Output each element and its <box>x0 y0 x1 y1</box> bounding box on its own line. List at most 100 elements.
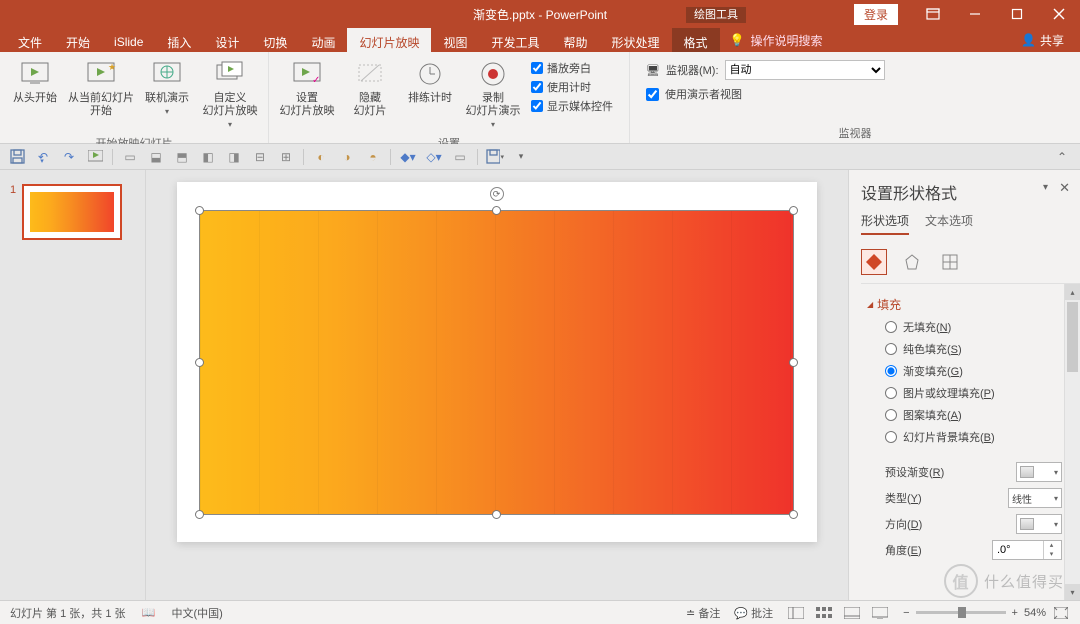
tab-slideshow[interactable]: 幻灯片放映 <box>347 28 431 52</box>
tab-animations[interactable]: 动画 <box>299 28 347 52</box>
tab-home[interactable]: 开始 <box>54 28 102 52</box>
undo-icon[interactable]: ↶▾ <box>34 148 52 166</box>
qat-icon-9[interactable]: ◑ <box>338 148 356 166</box>
qat-icon-6[interactable]: ⊟ <box>251 148 269 166</box>
status-language[interactable]: 中文(中国) <box>172 605 223 621</box>
qat-customize-icon[interactable]: ▾ <box>512 148 530 166</box>
save-icon[interactable] <box>8 148 26 166</box>
qat-icon-8[interactable]: ◐ <box>312 148 330 166</box>
chk-timings[interactable]: 使用计时 <box>531 79 613 95</box>
record-button[interactable]: 录制 幻灯片演示 ▾ <box>461 56 525 131</box>
size-props-icon[interactable] <box>937 249 963 275</box>
pane-close-icon[interactable]: ✕ <box>1059 180 1070 196</box>
effects-icon[interactable] <box>899 249 925 275</box>
qat-icon-12[interactable]: ◇▾ <box>425 148 443 166</box>
tab-format[interactable]: 格式 <box>672 28 720 52</box>
slide-thumb-1[interactable] <box>22 184 122 240</box>
present-online-button[interactable]: 联机演示 ▾ <box>138 56 196 118</box>
radio-gradient-fill[interactable]: 渐变填充(G) <box>885 363 1062 379</box>
zoom-value[interactable]: 54% <box>1024 607 1046 619</box>
resize-handle[interactable] <box>492 510 501 519</box>
notes-button[interactable]: ≐ 备注 <box>686 605 720 621</box>
zoom-in-icon[interactable]: + <box>1012 607 1018 619</box>
qat-icon-10[interactable]: ◓ <box>364 148 382 166</box>
angle-input[interactable]: ▴▾ <box>992 540 1062 560</box>
redo-icon[interactable]: ↷ <box>60 148 78 166</box>
pane-tab-text[interactable]: 文本选项 <box>925 212 973 235</box>
scroll-down-icon[interactable]: ▾ <box>1065 584 1080 600</box>
chk-media[interactable]: 显示媒体控件 <box>531 98 613 114</box>
radio-no-fill[interactable]: 无填充(N) <box>885 319 1062 335</box>
custom-show-button[interactable]: 自定义 幻灯片放映 ▾ <box>198 56 262 131</box>
chk-narration[interactable]: 播放旁白 <box>531 60 613 76</box>
tab-insert[interactable]: 插入 <box>155 28 203 52</box>
qat-icon-1[interactable]: ▭ <box>121 148 139 166</box>
fit-to-window-icon[interactable] <box>1052 606 1070 620</box>
from-current-button[interactable]: ★ 从当前幻灯片 开始 <box>66 56 136 120</box>
qat-save-icon2[interactable]: ▾ <box>486 148 504 166</box>
close-icon[interactable] <box>1038 0 1080 28</box>
minimize-icon[interactable] <box>954 0 996 28</box>
resize-handle[interactable] <box>789 206 798 215</box>
rehearse-button[interactable]: 排练计时 <box>401 56 459 107</box>
tab-islide[interactable]: iSlide <box>102 28 155 52</box>
direction-dropdown[interactable]: ▾ <box>1016 514 1062 534</box>
resize-handle[interactable] <box>195 358 204 367</box>
setup-show-button[interactable]: ✓ 设置 幻灯片放映 <box>275 56 339 120</box>
zoom-out-icon[interactable]: − <box>903 607 909 619</box>
radio-pattern-fill[interactable]: 图案填充(A) <box>885 407 1062 423</box>
type-dropdown[interactable]: 线性▾ <box>1008 488 1062 508</box>
ribbon-display-options-icon[interactable] <box>912 0 954 28</box>
qat-icon-3[interactable]: ⬒ <box>173 148 191 166</box>
slideshow-view-icon[interactable] <box>871 606 889 620</box>
fill-line-icon[interactable] <box>861 249 887 275</box>
monitor-select[interactable]: 自动 <box>725 60 885 80</box>
reading-view-icon[interactable] <box>843 606 861 620</box>
comments-button[interactable]: 💬 批注 <box>734 605 773 621</box>
normal-view-icon[interactable] <box>787 606 805 620</box>
scroll-up-icon[interactable]: ▴ <box>1065 284 1080 300</box>
slide-canvas[interactable]: ⟳ <box>146 170 848 600</box>
tab-developer[interactable]: 开发工具 <box>479 28 551 52</box>
tab-view[interactable]: 视图 <box>431 28 479 52</box>
spellcheck-icon[interactable]: 📖 <box>140 606 158 620</box>
pane-options-icon[interactable]: ▾ <box>1043 182 1048 193</box>
rotate-handle-icon[interactable]: ⟳ <box>490 187 504 201</box>
tab-design[interactable]: 设计 <box>203 28 251 52</box>
chk-presenter-view[interactable]: 使用演示者视图 <box>646 86 885 102</box>
sorter-view-icon[interactable] <box>815 606 833 620</box>
resize-handle[interactable] <box>195 206 204 215</box>
resize-handle[interactable] <box>195 510 204 519</box>
hide-slide-button[interactable]: 隐藏 幻灯片 <box>341 56 399 120</box>
gradient-rectangle-shape[interactable]: ⟳ <box>199 210 794 515</box>
share-button[interactable]: 👤 共享 <box>1005 28 1080 52</box>
tell-me[interactable]: 💡 操作说明搜索 <box>720 28 833 52</box>
radio-solid-fill[interactable]: 纯色填充(S) <box>885 341 1062 357</box>
qat-icon-2[interactable]: ⬓ <box>147 148 165 166</box>
maximize-icon[interactable] <box>996 0 1038 28</box>
spin-down-icon[interactable]: ▾ <box>1044 550 1059 559</box>
tab-file[interactable]: 文件 <box>6 28 54 52</box>
pane-scrollbar[interactable]: ▴ ▾ <box>1064 284 1080 600</box>
section-fill[interactable]: ◢填充 <box>867 292 1062 319</box>
qat-icon-11[interactable]: ◆▾ <box>399 148 417 166</box>
zoom-slider[interactable] <box>916 611 1006 614</box>
from-beginning-button[interactable]: 从头开始 <box>6 56 64 107</box>
tab-shape[interactable]: 形状处理 <box>600 28 672 52</box>
status-slide-count[interactable]: 幻灯片 第 1 张，共 1 张 <box>10 605 126 621</box>
start-from-begin-icon[interactable] <box>86 148 104 166</box>
qat-icon-5[interactable]: ◨ <box>225 148 243 166</box>
radio-picture-fill[interactable]: 图片或纹理填充(P) <box>885 385 1062 401</box>
preset-gradient-dropdown[interactable]: ▾ <box>1016 462 1062 482</box>
scroll-thumb[interactable] <box>1067 302 1078 372</box>
login-button[interactable]: 登录 <box>854 4 898 25</box>
pane-tab-shape[interactable]: 形状选项 <box>861 212 909 235</box>
resize-handle[interactable] <box>789 510 798 519</box>
resize-handle[interactable] <box>789 358 798 367</box>
resize-handle[interactable] <box>492 206 501 215</box>
tab-transitions[interactable]: 切换 <box>251 28 299 52</box>
qat-icon-7[interactable]: ⊞ <box>277 148 295 166</box>
radio-slide-bg-fill[interactable]: 幻灯片背景填充(B) <box>885 429 1062 445</box>
collapse-ribbon-icon[interactable]: ⌃ <box>1052 150 1072 164</box>
spin-up-icon[interactable]: ▴ <box>1044 541 1059 550</box>
